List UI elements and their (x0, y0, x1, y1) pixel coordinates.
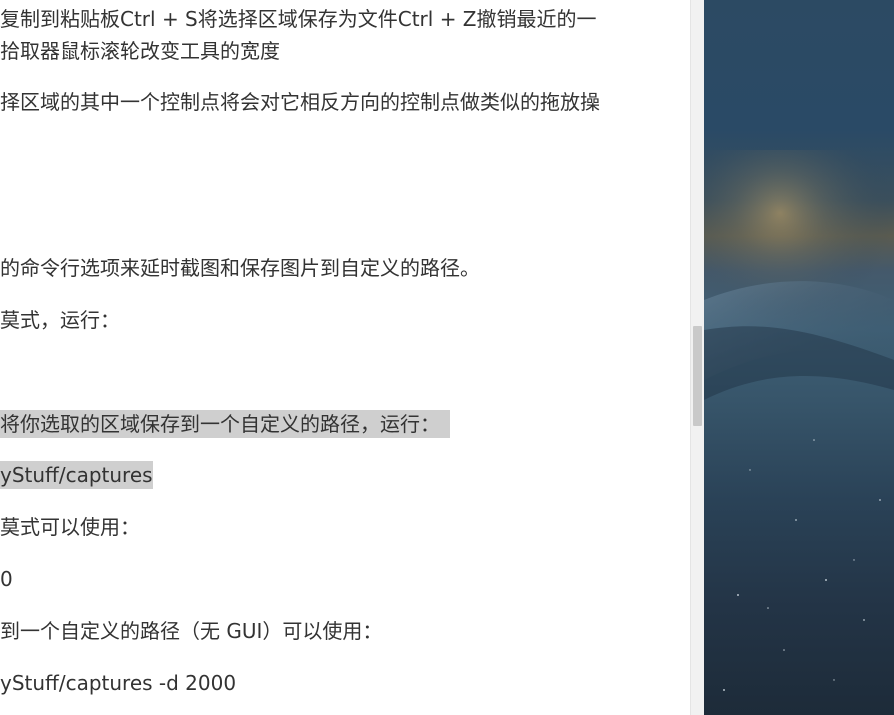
vertical-scrollbar[interactable] (690, 0, 704, 715)
article-line: 莫式，运行： (0, 308, 120, 332)
article-line: 择区域的其中一个控制点将会对它相反方向的控制点做类似的拖放操 (0, 90, 600, 114)
article-line: 莫式可以使用： (0, 515, 140, 539)
galaxy-wallpaper-icon (704, 150, 894, 691)
selected-code: yStuff/captures (0, 461, 153, 489)
article-line: 拾取器鼠标滚轮改变工具的宽度 (0, 39, 280, 63)
selected-text: 将你选取的区域保存到一个自定义的路径，运行： (0, 410, 450, 438)
code-line-selected: yStuff/captures (0, 461, 153, 489)
article-line: 复制到粘贴板Ctrl + S将选择区域保存为文件Ctrl + Z撤销最近的一 (0, 7, 597, 31)
article-line: 到一个自定义的路径（无 GUI）可以使用： (0, 619, 383, 643)
desktop-wallpaper (704, 0, 894, 715)
article-line-selected: 将你选取的区域保存到一个自定义的路径，运行： (0, 410, 450, 438)
code-line: yStuff/captures -d 2000 (0, 671, 237, 695)
article-content: 复制到粘贴板Ctrl + S将选择区域保存为文件Ctrl + Z撤销最近的一 拾… (0, 0, 690, 715)
code-line: 0 (0, 567, 13, 591)
scrollbar-thumb[interactable] (693, 326, 702, 426)
article-line: 的命令行选项来延时截图和保存图片到自定义的路径。 (0, 256, 480, 280)
